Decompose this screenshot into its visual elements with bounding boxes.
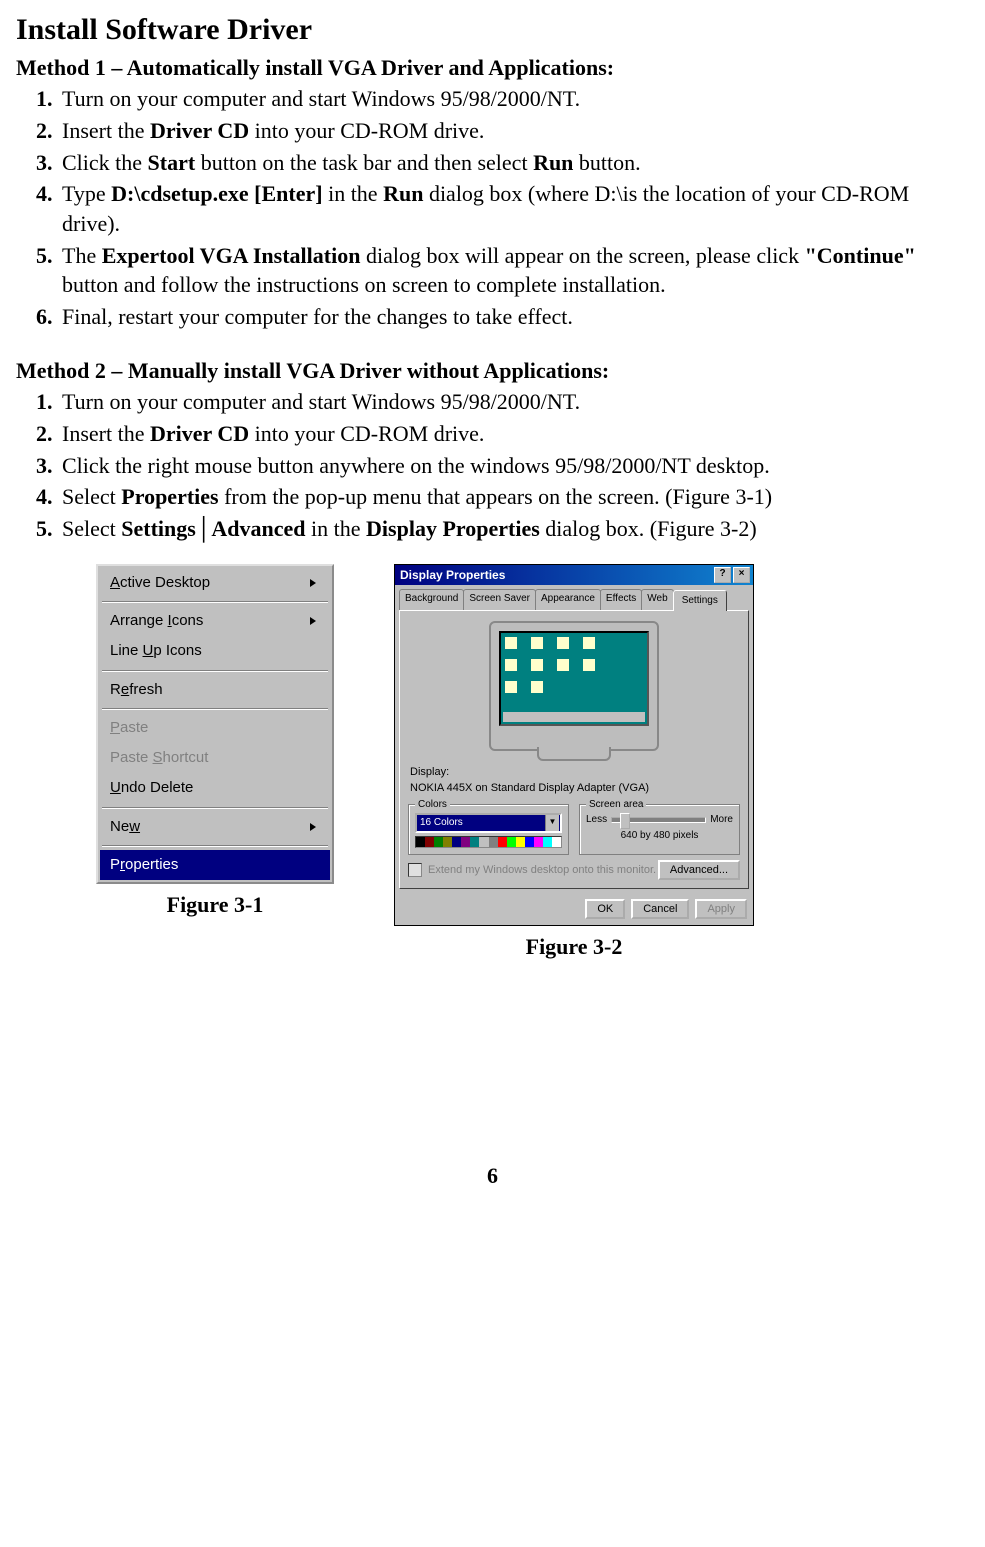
tab-appearance[interactable]: Appearance [535, 589, 601, 610]
colors-legend: Colors [415, 798, 450, 812]
dialog-titlebar: Display Properties ? × [395, 565, 753, 585]
resolution-slider[interactable] [611, 817, 706, 823]
page-title: Install Software Driver [16, 10, 969, 51]
page-number: 6 [16, 1161, 969, 1191]
figure-3-1: Active Desktop Arrange IconsLine Up Icons… [96, 564, 334, 920]
method1-heading: Method 1 – Automatically install VGA Dri… [16, 53, 969, 83]
method1-list: Turn on your computer and start Windows … [16, 84, 969, 332]
method2-list: Turn on your computer and start Windows … [16, 387, 969, 543]
submenu-arrow-icon [310, 823, 316, 831]
advanced-button[interactable]: Advanced... [658, 860, 740, 880]
menu-separator [102, 845, 328, 847]
color-swatch-bar [415, 836, 562, 848]
extend-desktop-label: Extend my Windows desktop onto this moni… [428, 863, 656, 878]
figure-3-1-caption: Figure 3-1 [167, 890, 264, 920]
menu-item-refresh[interactable]: Refresh [100, 675, 330, 705]
submenu-arrow-icon [310, 617, 316, 625]
screen-preview [499, 631, 649, 726]
menu-separator [102, 807, 328, 809]
list-item: Final, restart your computer for the cha… [58, 302, 969, 332]
list-item: Select Properties from the pop-up menu t… [58, 482, 969, 512]
screen-area-legend: Screen area [586, 798, 646, 812]
menu-item-line-up-icons[interactable]: Line Up Icons [100, 636, 330, 666]
list-item: Select Settings│Advanced in the Display … [58, 514, 969, 544]
list-item: The Expertool VGA Installation dialog bo… [58, 241, 969, 300]
screen-area-group: Screen area Less More 640 by 480 pixels [579, 804, 740, 855]
list-item: Turn on your computer and start Windows … [58, 387, 969, 417]
tab-web[interactable]: Web [641, 589, 673, 610]
figure-3-2-caption: Figure 3-2 [526, 932, 623, 962]
figures-row: Active Desktop Arrange IconsLine Up Icons… [96, 564, 969, 961]
dialog-buttons: OK Cancel Apply [395, 893, 753, 925]
extend-desktop-checkbox [408, 863, 422, 877]
menu-item-properties[interactable]: Properties [100, 850, 330, 880]
figure-3-2: Display Properties ? × BackgroundScreen … [394, 564, 754, 961]
tab-screen-saver[interactable]: Screen Saver [463, 589, 536, 610]
menu-item-paste-shortcut: Paste Shortcut [100, 743, 330, 773]
list-item: Click the right mouse button anywhere on… [58, 451, 969, 481]
display-label: Display: [410, 765, 740, 780]
list-item: Turn on your computer and start Windows … [58, 84, 969, 114]
display-properties-dialog: Display Properties ? × BackgroundScreen … [394, 564, 754, 926]
menu-item-undo-delete[interactable]: Undo Delete [100, 773, 330, 803]
colors-group: Colors 16 Colors [408, 804, 569, 855]
submenu-arrow-icon [310, 579, 316, 587]
tab-settings[interactable]: Settings [673, 590, 727, 611]
menu-item-active-desktop[interactable]: Active Desktop [100, 568, 330, 598]
help-button[interactable]: ? [714, 567, 731, 583]
apply-button[interactable]: Apply [695, 899, 747, 919]
list-item: Type D:\cdsetup.exe [Enter] in the Run d… [58, 179, 969, 238]
menu-separator [102, 708, 328, 710]
tab-effects[interactable]: Effects [600, 589, 642, 610]
list-item: Insert the Driver CD into your CD-ROM dr… [58, 116, 969, 146]
colors-select[interactable]: 16 Colors [415, 813, 562, 833]
menu-separator [102, 601, 328, 603]
ok-button[interactable]: OK [585, 899, 625, 919]
list-item: Click the Start button on the task bar a… [58, 148, 969, 178]
menu-separator [102, 670, 328, 672]
display-name: NOKIA 445X on Standard Display Adapter (… [410, 781, 740, 796]
close-button[interactable]: × [733, 567, 750, 583]
list-item: Insert the Driver CD into your CD-ROM dr… [58, 419, 969, 449]
tabs-row: BackgroundScreen SaverAppearanceEffectsW… [395, 585, 753, 610]
dialog-title: Display Properties [400, 567, 505, 583]
menu-item-arrange-icons[interactable]: Arrange Icons [100, 606, 330, 636]
tab-body-settings: Display: NOKIA 445X on Standard Display … [399, 610, 749, 889]
less-label: Less [586, 813, 607, 827]
context-menu: Active Desktop Arrange IconsLine Up Icons… [96, 564, 334, 884]
monitor-preview [489, 621, 659, 751]
tab-background[interactable]: Background [399, 589, 464, 610]
resolution-value: 640 by 480 pixels [586, 829, 733, 843]
more-label: More [710, 813, 733, 827]
cancel-button[interactable]: Cancel [631, 899, 689, 919]
method2-heading: Method 2 – Manually install VGA Driver w… [16, 356, 969, 386]
menu-item-new[interactable]: New [100, 812, 330, 842]
menu-item-paste: Paste [100, 713, 330, 743]
